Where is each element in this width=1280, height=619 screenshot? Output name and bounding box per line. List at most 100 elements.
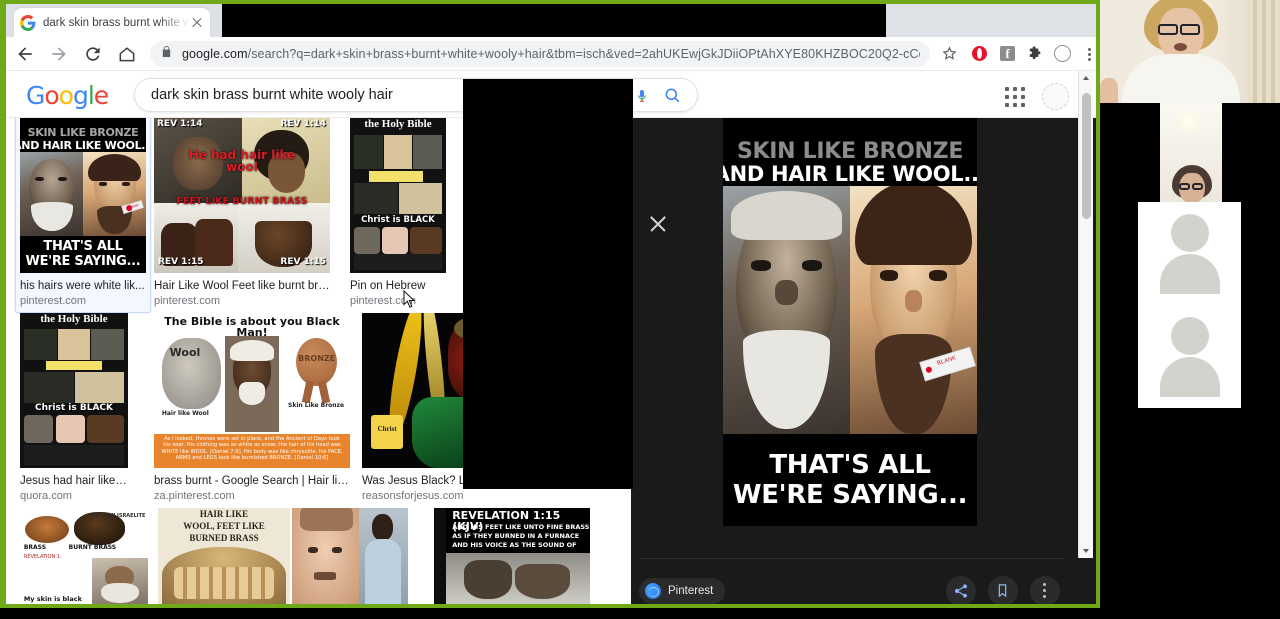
screen: dark skin brass burnt white wooly hair	[0, 0, 1280, 619]
result-domain: pinterest.com	[154, 295, 221, 307]
forward-button[interactable]	[44, 39, 74, 69]
thumb-art-text: AND HIS VOICE AS THE SOUND OF	[452, 541, 577, 549]
puzzle-piece-icon[interactable]	[1022, 39, 1050, 69]
url-path: /search?q=dark+skin+brass+burnt+white+wo…	[247, 46, 920, 61]
save-button[interactable]	[988, 576, 1018, 604]
thumb-art-text: the Holy Bible	[364, 118, 432, 130]
apps-grid-icon[interactable]	[1005, 87, 1027, 109]
image-detail-panel: SKIN LIKE BRONZE AND HAIR LIKE WOOL... B…	[631, 118, 1096, 604]
result-thumbnail[interactable]	[292, 508, 408, 604]
hero-art-text: SKIN LIKE BRONZE	[736, 138, 964, 164]
result-thumbnail[interactable]: HAIR LIKE WOOL, FEET LIKE BURNED BRASS	[158, 508, 290, 604]
image-result-card[interactable]	[292, 508, 408, 604]
back-button[interactable]	[10, 39, 40, 69]
browser-tab[interactable]: dark skin brass burnt white wooly hair	[14, 8, 210, 37]
hero-art-text: AND HAIR LIKE WOOL...	[723, 161, 977, 186]
source-site-chip[interactable]: Pinterest	[639, 578, 726, 604]
tab-title: dark skin brass burnt white wooly hair	[43, 16, 190, 29]
result-domain: pinterest.com	[350, 295, 417, 307]
hero-art-text: THAT'S ALL	[769, 449, 931, 480]
speaker-video-tile[interactable]	[1100, 0, 1280, 103]
share-button[interactable]	[946, 576, 976, 604]
image-result-card[interactable]: The Bible is about you Black Man! Wool B…	[154, 313, 350, 503]
browser-menu-icon[interactable]	[1078, 39, 1096, 69]
thumb-art-text: the Holy Bible	[40, 313, 108, 325]
thumb-art-text: REV 1:15	[280, 256, 326, 267]
thumb-art-text: WOOL, FEET LIKE	[183, 521, 265, 531]
thumb-art-text: REVELATION 1:	[23, 553, 62, 560]
panel-scrollbar[interactable]	[1078, 71, 1093, 558]
person-placeholder-icon	[1170, 317, 1209, 355]
thumb-art-text: FEET LIKE BURNT BRASS	[176, 196, 308, 208]
image-result-card[interactable]: the Holy Bible Christ is BLACK	[350, 118, 446, 308]
bookmark-icon	[998, 584, 1007, 598]
image-result-card[interactable]: REVELATION 1:15 (KJV) AND HIS FEET LIKE …	[434, 508, 590, 604]
result-thumbnail[interactable]: the Holy Bible Christ is BLACK	[350, 118, 446, 273]
avatar-placeholder-2[interactable]	[1138, 305, 1241, 408]
thumb-art-text: As I looked, thrones were set in place, …	[161, 435, 343, 462]
image-result-card[interactable]: HEBREW ISRAELITE BRASS BURNT BRASS REVEL…	[20, 508, 148, 604]
lock-icon	[161, 45, 173, 63]
thumb-art-text: AS IF THEY BURNED IN A FURNACE	[452, 532, 580, 540]
facebook-extension-icon[interactable]: f	[994, 39, 1022, 69]
participant-video-tile[interactable]	[1160, 103, 1222, 203]
result-thumbnail[interactable]: the Holy Bible Christ is BLACK	[20, 313, 128, 468]
result-domain: reasonsforjesus.com	[362, 490, 464, 502]
google-logo[interactable]: Google	[26, 83, 109, 108]
result-thumbnail[interactable]: HEBREW ISRAELITE BRASS BURNT BRASS REVEL…	[20, 508, 148, 604]
tab-close-icon[interactable]	[190, 16, 204, 30]
thumb-art-text: REV 1:14	[157, 119, 203, 129]
image-result-card[interactable]: HAIR LIKE WOOL, FEET LIKE BURNED BRASS	[158, 508, 290, 604]
thumb-art-text: REV 1:14	[280, 119, 326, 129]
thumb-art-text: BURNED BRASS	[189, 533, 259, 543]
result-thumbnail[interactable]: SKIN LIKE BRONZE AND HAIR LIKE WOOL... B…	[20, 118, 146, 273]
thumb-art-text: BRONZE	[298, 353, 336, 363]
image-result-card[interactable]: the Holy Bible Christ is BLACK	[20, 313, 128, 503]
thumb-art-text: He had hair like wool	[188, 148, 296, 175]
avatar-placeholder-tiles[interactable]	[1138, 202, 1241, 408]
result-caption[interactable]: brass burnt - Google Search | Hair like …	[154, 474, 350, 488]
thumb-art-text: My skin is black	[23, 595, 82, 604]
result-domain: pinterest.com	[20, 295, 87, 307]
thumb-art-text: Wool	[169, 346, 201, 360]
image-result-card[interactable]: SKIN LIKE BRONZE AND HAIR LIKE WOOL... B…	[15, 118, 151, 313]
close-icon[interactable]	[645, 211, 671, 237]
thumb-art-text: THAT'S ALL	[43, 239, 123, 255]
home-button[interactable]	[112, 39, 142, 69]
result-caption[interactable]: Jesus had hair like wo...	[20, 474, 128, 488]
image-result-card[interactable]: REV 1:14 REV 1:14 He had hair like wool	[154, 118, 330, 308]
address-bar[interactable]: google.com/search?q=dark+skin+brass+burn…	[150, 40, 930, 67]
result-domain: quora.com	[20, 490, 72, 502]
result-caption[interactable]: his hairs were white lik...	[20, 279, 146, 293]
profile-avatar-icon[interactable]	[1050, 39, 1078, 69]
result-thumbnail[interactable]: The Bible is about you Black Man! Wool B…	[154, 313, 350, 468]
opera-extension-icon[interactable]	[966, 39, 994, 69]
scroll-down-arrow-icon[interactable]	[1083, 549, 1089, 553]
occluded-region-center	[463, 79, 633, 489]
mouse-pointer-icon	[403, 289, 416, 309]
thumb-art-text: The Bible is about you Black Man!	[164, 315, 340, 340]
url-host: google.com	[182, 46, 248, 61]
thumb-art-text: Skin Like Bronze	[288, 401, 345, 409]
results-row: HEBREW ISRAELITE BRASS BURNT BRASS REVEL…	[6, 508, 631, 604]
thumb-art-text: BRASS	[23, 543, 47, 551]
result-domain: za.pinterest.com	[154, 490, 235, 502]
reload-button[interactable]	[78, 39, 108, 69]
thumb-art-text: Christ is BLACK	[34, 403, 114, 414]
avatar-placeholder-1[interactable]	[1138, 202, 1241, 305]
share-icon	[954, 584, 967, 598]
account-avatar-icon[interactable]	[1042, 83, 1069, 110]
detail-hero-image[interactable]: SKIN LIKE BRONZE AND HAIR LIKE WOOL... B…	[723, 118, 977, 526]
result-caption[interactable]: Pin on Hebrew	[350, 279, 446, 293]
result-caption[interactable]: Hair Like Wool Feet like burnt bras...	[154, 279, 330, 293]
scrollbar-thumb[interactable]	[1082, 93, 1091, 219]
result-thumbnail[interactable]: REV 1:14 REV 1:14 He had hair like wool	[154, 118, 330, 273]
browser-window: dark skin brass burnt white wooly hair	[0, 0, 1100, 608]
search-icon[interactable]	[655, 82, 689, 108]
more-options-button[interactable]	[1030, 576, 1060, 604]
result-thumbnail[interactable]: REVELATION 1:15 (KJV) AND HIS FEET LIKE …	[434, 508, 590, 604]
star-icon[interactable]	[936, 39, 964, 69]
hero-art-text: WE'RE SAYING...	[732, 479, 968, 510]
occluded-region-tabstrip	[222, 4, 886, 37]
scroll-up-arrow-icon[interactable]	[1083, 76, 1089, 80]
